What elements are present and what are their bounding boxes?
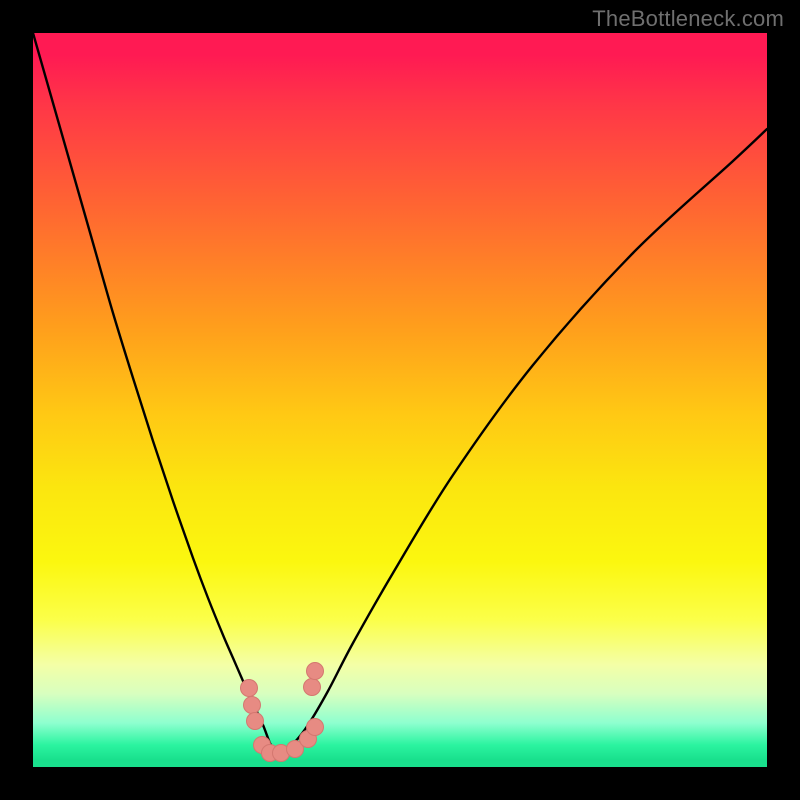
valley-marker <box>247 713 264 730</box>
valley-marker <box>241 680 258 697</box>
bottleneck-curve <box>33 33 767 752</box>
watermark-text: TheBottleneck.com <box>592 6 784 32</box>
valley-marker <box>244 697 261 714</box>
chart-frame: TheBottleneck.com <box>0 0 800 800</box>
valley-markers <box>241 663 324 762</box>
curve-layer <box>33 33 767 752</box>
valley-marker <box>307 663 324 680</box>
valley-marker <box>307 719 324 736</box>
valley-marker <box>304 679 321 696</box>
plot-area <box>33 33 767 767</box>
chart-svg <box>33 33 767 767</box>
